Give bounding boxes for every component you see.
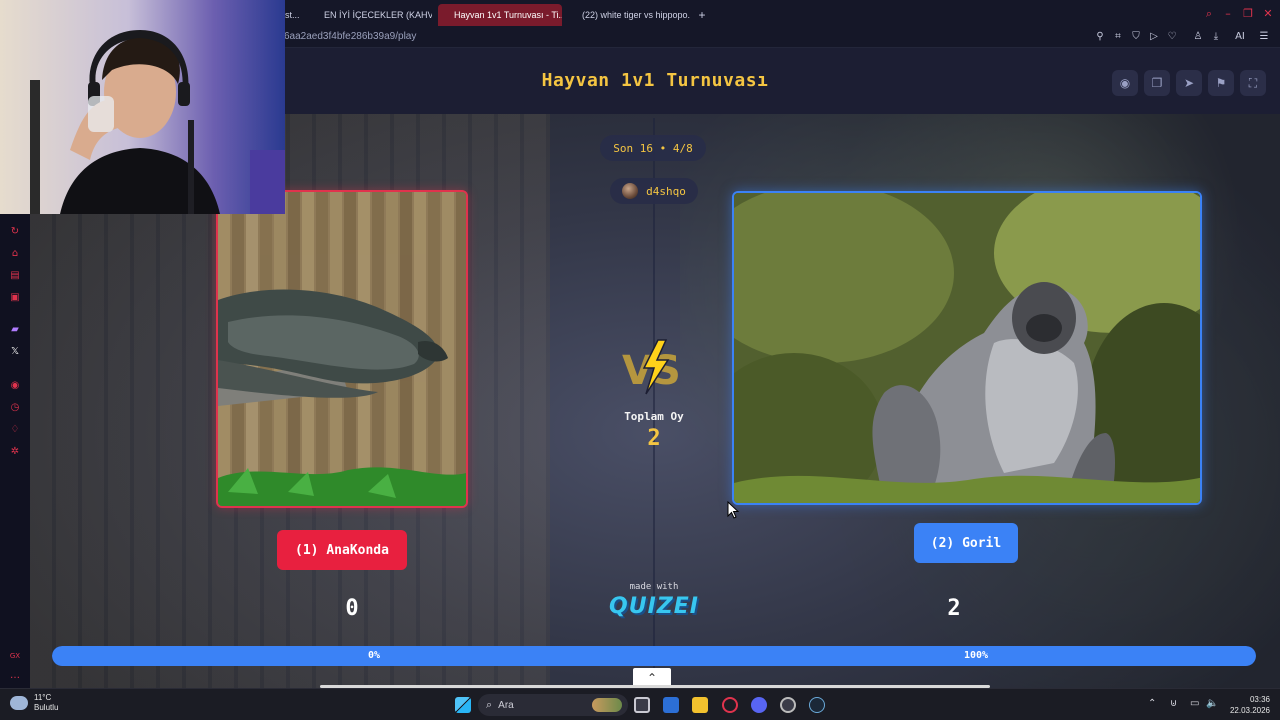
round-badge: Son 16 • 4/8 <box>600 135 706 161</box>
close-icon[interactable]: ✕ <box>1262 8 1274 20</box>
taskbar-search[interactable]: ⌕ Ara <box>478 694 628 716</box>
file-explorer-icon[interactable] <box>692 697 708 713</box>
left-score: 0 <box>345 596 359 621</box>
weather-widget[interactable]: 11°C Bulutlu <box>10 693 58 713</box>
url-text[interactable]: 6aa2aed3f4bfe286b39a9/play <box>284 31 416 42</box>
ai-icon[interactable]: AI <box>1230 31 1250 43</box>
x-icon[interactable]: 𝕏 <box>9 346 21 358</box>
copy-icon[interactable]: ❐ <box>1144 70 1170 96</box>
gx-icon[interactable]: GX <box>8 650 22 662</box>
shield-icon[interactable]: ⛉ <box>1130 31 1142 43</box>
total-votes-value: 2 <box>647 426 661 451</box>
new-tab-label: + <box>698 8 706 22</box>
opera-gx-icon[interactable] <box>722 697 738 713</box>
left-name-label: (1) AnaKonda <box>295 542 389 558</box>
task-view-icon[interactable] <box>634 697 650 713</box>
weather-condition: Bulutlu <box>34 703 59 712</box>
anaconda-image <box>218 192 466 506</box>
tab-tournament-label: Hayvan 1v1 Turnuvası - Ti... <box>454 10 562 20</box>
chevron-up-tray-icon[interactable]: ⌃ <box>1148 698 1156 709</box>
mouse-cursor-icon <box>727 501 739 519</box>
taskbar-clock[interactable]: 03:36 22.03.2026 <box>1230 694 1270 716</box>
store-icon[interactable] <box>663 697 679 713</box>
made-with-label: made with <box>629 582 679 592</box>
pin-icon[interactable]: ⚲ <box>1094 31 1106 43</box>
vote-progress-bar: 0% 100% <box>52 646 1256 666</box>
avatar <box>622 183 639 199</box>
account-icon[interactable]: ♙ <box>1192 31 1204 43</box>
history-icon[interactable]: ↻ <box>9 226 21 238</box>
tab-tournament[interactable]: Hayvan 1v1 Turnuvası - Ti... <box>438 4 562 26</box>
vote-left-button[interactable]: (1) AnaKonda <box>277 530 407 570</box>
steam-icon[interactable] <box>809 697 825 713</box>
more-icon[interactable]: … <box>9 670 21 682</box>
vote-progress-fill <box>52 646 1256 666</box>
download-icon[interactable]: ⤓ <box>1210 31 1222 43</box>
record-icon[interactable]: ◉ <box>9 380 21 392</box>
right-percent: 100% <box>963 650 989 661</box>
clock-icon[interactable]: ◷ <box>9 402 21 414</box>
search-highlight-icon <box>592 698 622 712</box>
total-votes-label: Toplam Oy <box>624 410 684 423</box>
volume-icon[interactable]: 🔈 <box>1206 698 1218 709</box>
new-tab-button[interactable]: + <box>693 4 711 26</box>
mail-icon[interactable]: ▣ <box>9 292 21 304</box>
bulb-icon[interactable]: ♢ <box>9 424 21 436</box>
contender-card-left[interactable] <box>216 190 468 508</box>
tab-drinks-label: EN İYİ İÇECEKLER (KAHVE... <box>324 10 432 20</box>
user-badge[interactable]: d4shqo <box>610 178 698 204</box>
vs-lightning-icon: V S <box>622 339 681 395</box>
right-score: 2 <box>947 596 961 621</box>
streamer-webcam-image <box>0 0 285 214</box>
contender-card-right[interactable] <box>732 191 1202 505</box>
windows-taskbar: 11°C Bulutlu ⌕ Ara ⌃ ⊍ ▭ 🔈 03:36 22.03.2… <box>0 688 1280 720</box>
twitch-icon[interactable]: ▰ <box>9 324 21 336</box>
left-percent: 0% <box>367 650 381 661</box>
search-icon: ⌕ <box>486 698 493 711</box>
clock-time: 03:36 <box>1249 695 1270 704</box>
temperature: 11°C <box>34 693 52 702</box>
obs-icon[interactable] <box>780 697 796 713</box>
heart-icon[interactable]: ♡ <box>1166 31 1178 43</box>
search-tabs-icon[interactable]: ⌕ <box>1203 8 1215 20</box>
play-icon[interactable]: ▷ <box>1148 31 1160 43</box>
menu-icon[interactable]: ☰ <box>1258 31 1270 43</box>
crop-icon[interactable]: ⌗ <box>1112 31 1124 43</box>
maximize-icon[interactable]: ❐ <box>1242 8 1254 20</box>
minimize-icon[interactable]: – <box>1222 8 1234 20</box>
search-placeholder: Ara <box>498 699 514 711</box>
gx-label: GX <box>9 652 21 660</box>
weather-text: 11°C Bulutlu <box>34 693 58 713</box>
quizei-logo[interactable]: QUIZEI <box>604 594 704 619</box>
tab-youtube-label: (22) white tiger vs hippopo... <box>582 10 690 20</box>
cloud-icon <box>10 696 28 710</box>
flag-icon[interactable]: ⚑ <box>1208 70 1234 96</box>
windows-start-icon[interactable] <box>455 697 471 713</box>
bag-icon[interactable]: ⌂ <box>9 248 21 260</box>
settings-icon[interactable]: ✲ <box>9 446 21 458</box>
eye-icon[interactable]: ◉ <box>1112 70 1138 96</box>
username: d4shqo <box>646 184 686 198</box>
microphone-icon[interactable]: ⊍ <box>1170 698 1177 709</box>
send-icon[interactable]: ➤ <box>1176 70 1202 96</box>
tab-drinks[interactable]: EN İYİ İÇECEKLER (KAHVE... <box>308 4 432 26</box>
browser-sidebar: ↻ ⌂ ▤ ▣ ▰ 𝕏 ◉ ◷ ♢ ✲ GX … <box>0 214 30 688</box>
discord-icon[interactable] <box>751 697 767 713</box>
vote-right-button[interactable]: (2) Goril <box>914 523 1018 563</box>
ai-label: AI <box>1235 31 1245 42</box>
chat-icon[interactable]: ▤ <box>9 270 21 282</box>
right-name-label: (2) Goril <box>930 535 1002 551</box>
round-label: Son 16 • 4/8 <box>613 141 693 155</box>
network-icon[interactable]: ▭ <box>1190 698 1199 709</box>
webcam-overlay <box>0 0 285 214</box>
gorilla-image <box>734 193 1200 503</box>
tab-partial[interactable]: st... <box>285 4 305 26</box>
tab-youtube[interactable]: (22) white tiger vs hippopo... <box>566 4 690 26</box>
tab-partial-label: st... <box>285 10 300 20</box>
clock-date: 22.03.2026 <box>1229 706 1270 715</box>
fullscreen-icon[interactable]: ⛶ <box>1240 70 1266 96</box>
